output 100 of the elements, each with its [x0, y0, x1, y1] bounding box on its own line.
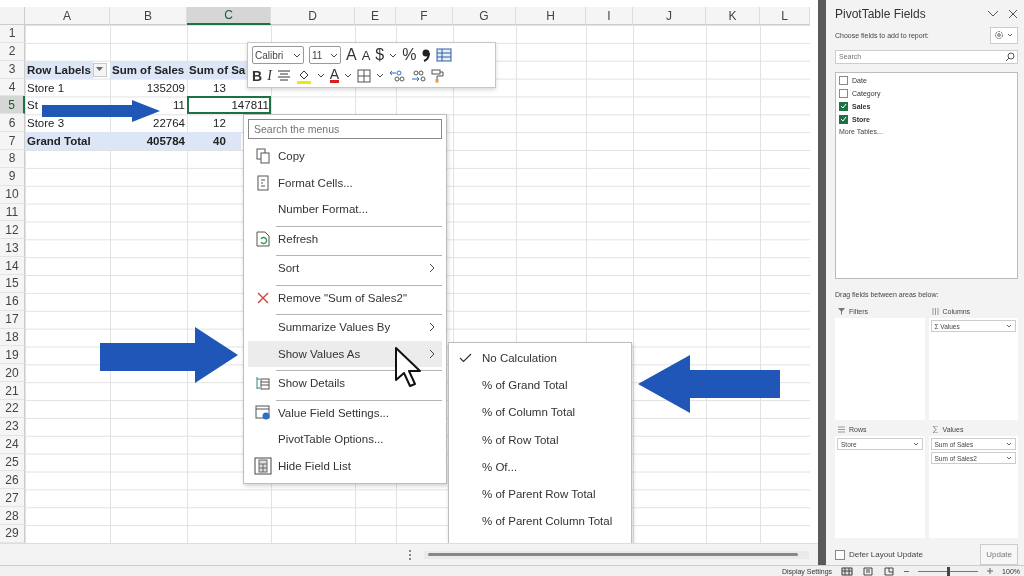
- menu-item[interactable]: Number Format...: [248, 196, 442, 223]
- percent-button[interactable]: %: [402, 46, 417, 64]
- menu-item[interactable]: % of Row Total: [449, 425, 631, 454]
- panel-title: PivotTable Fields: [835, 6, 926, 21]
- table-format-icon[interactable]: [436, 48, 453, 62]
- close-icon[interactable]: [1008, 8, 1018, 19]
- decimal-increase-icon[interactable]: [389, 68, 406, 83]
- caret-icon[interactable]: [344, 73, 353, 78]
- checkbox[interactable]: [839, 75, 848, 85]
- menu-item[interactable]: % of Column Total: [449, 398, 631, 426]
- table-cell: 40: [187, 132, 241, 150]
- settings-icon: [255, 404, 271, 421]
- row-header[interactable]: 20: [0, 364, 25, 383]
- menu-item[interactable]: Value Field Settings...: [248, 399, 442, 426]
- format-painter-icon[interactable]: [431, 68, 446, 83]
- checkmark-icon: [459, 352, 472, 363]
- details-icon: [256, 376, 270, 391]
- vertical-scrollbar[interactable]: [818, 0, 826, 565]
- row-header[interactable]: 21: [0, 382, 25, 401]
- checkbox[interactable]: [835, 549, 845, 560]
- checkbox-label: Defer Layout Update: [849, 550, 923, 559]
- page-layout-icon[interactable]: [862, 566, 875, 576]
- menu-item[interactable]: Sort: [248, 255, 442, 282]
- menu-item[interactable]: Copy: [248, 143, 442, 170]
- row-header[interactable]: 5: [0, 96, 25, 115]
- row-header[interactable]: 28: [0, 507, 25, 526]
- caret-icon[interactable]: [389, 52, 398, 58]
- font-color-button[interactable]: A: [329, 68, 340, 83]
- column-header[interactable]: H: [516, 7, 586, 25]
- gear-icon: [994, 30, 1014, 41]
- table-cell-text: Store 3: [26, 116, 66, 132]
- field-list-icon: [254, 456, 272, 475]
- row-header[interactable]: 22: [0, 400, 25, 418]
- column-header[interactable]: K: [706, 7, 760, 25]
- row-header[interactable]: 27: [0, 489, 25, 508]
- menu-item[interactable]: % of Grand Total: [449, 371, 631, 399]
- checkbox[interactable]: [839, 88, 848, 98]
- page-break-icon[interactable]: [883, 566, 896, 576]
- row-header[interactable]: 6: [0, 114, 25, 133]
- refresh-icon: [256, 230, 270, 247]
- row-header[interactable]: 1: [0, 25, 25, 43]
- comma-style-icon[interactable]: [421, 48, 432, 62]
- row-header[interactable]: 14: [0, 257, 25, 276]
- menu-item[interactable]: Show Details: [248, 370, 442, 397]
- row-header[interactable]: 29: [0, 525, 25, 543]
- menu-item[interactable]: Format Cells...: [248, 169, 442, 196]
- column-header[interactable]: J: [633, 7, 706, 25]
- zoom-in-icon[interactable]: [987, 568, 994, 574]
- search-icon[interactable]: [1005, 51, 1015, 62]
- menu-item[interactable]: No Calculation: [449, 344, 631, 372]
- normal-view-icon[interactable]: [841, 566, 854, 576]
- settings-button[interactable]: [990, 26, 1018, 44]
- caret-icon: [1006, 456, 1012, 460]
- table-cell-text: 22764: [152, 116, 186, 132]
- checkbox[interactable]: [839, 101, 848, 111]
- row-header[interactable]: 8: [0, 150, 25, 168]
- font-size-dropdown[interactable]: 11: [309, 46, 341, 64]
- grow-font-button[interactable]: A: [346, 46, 357, 64]
- checkbox[interactable]: [839, 114, 848, 124]
- column-header[interactable]: A: [25, 7, 110, 25]
- column-header[interactable]: B: [110, 7, 187, 25]
- menu-item[interactable]: Summarize Values By: [248, 314, 442, 341]
- font-dropdown[interactable]: Calibri: [252, 46, 304, 64]
- row-header[interactable]: 12: [0, 221, 25, 240]
- slider-thumb[interactable]: [947, 566, 951, 576]
- column-header[interactable]: C: [187, 7, 271, 25]
- row-header[interactable]: 13: [0, 239, 25, 258]
- chevron-down-icon[interactable]: [987, 9, 999, 18]
- menu-item[interactable]: Hide Field List: [248, 452, 442, 479]
- table-cell-text: 13: [212, 80, 227, 96]
- row-header[interactable]: 26: [0, 471, 25, 490]
- menu-item[interactable]: PivotTable Options...: [248, 426, 442, 453]
- caret-icon[interactable]: [376, 73, 385, 78]
- column-header[interactable]: E: [355, 7, 396, 25]
- decimal-decrease-icon[interactable]: [410, 68, 427, 83]
- menu-item[interactable]: Refresh: [248, 225, 442, 252]
- menu-item[interactable]: Show Values As: [248, 340, 442, 367]
- row-header[interactable]: 15: [0, 275, 25, 293]
- sigma-icon: [931, 425, 939, 433]
- column-header[interactable]: G: [453, 7, 516, 25]
- row-header[interactable]: 19: [0, 346, 25, 365]
- split-handle-icon[interactable]: [408, 548, 412, 561]
- caret-icon: [1006, 324, 1012, 328]
- menu-item[interactable]: % of Parent Column Total: [449, 507, 631, 536]
- column-header[interactable]: L: [760, 7, 810, 25]
- menu-item[interactable]: % Of...: [449, 453, 631, 481]
- column-header[interactable]: D: [271, 7, 355, 25]
- column-header[interactable]: I: [586, 7, 633, 25]
- horizontal-scrollbar[interactable]: [424, 550, 809, 559]
- menu-item[interactable]: Remove "Sum of Sales2": [248, 284, 442, 311]
- currency-button[interactable]: $: [375, 46, 385, 64]
- mouse-cursor-icon: [394, 346, 422, 388]
- shrink-font-button[interactable]: A: [361, 47, 371, 63]
- column-header[interactable]: F: [396, 7, 453, 25]
- row-header[interactable]: 7: [0, 132, 25, 150]
- align-center-icon[interactable]: [276, 69, 291, 82]
- search-field[interactable]: Search the menus: [248, 119, 442, 139]
- borders-icon[interactable]: [357, 68, 372, 83]
- menu-item[interactable]: % of Parent Row Total: [449, 480, 631, 508]
- caret-icon[interactable]: [316, 73, 325, 78]
